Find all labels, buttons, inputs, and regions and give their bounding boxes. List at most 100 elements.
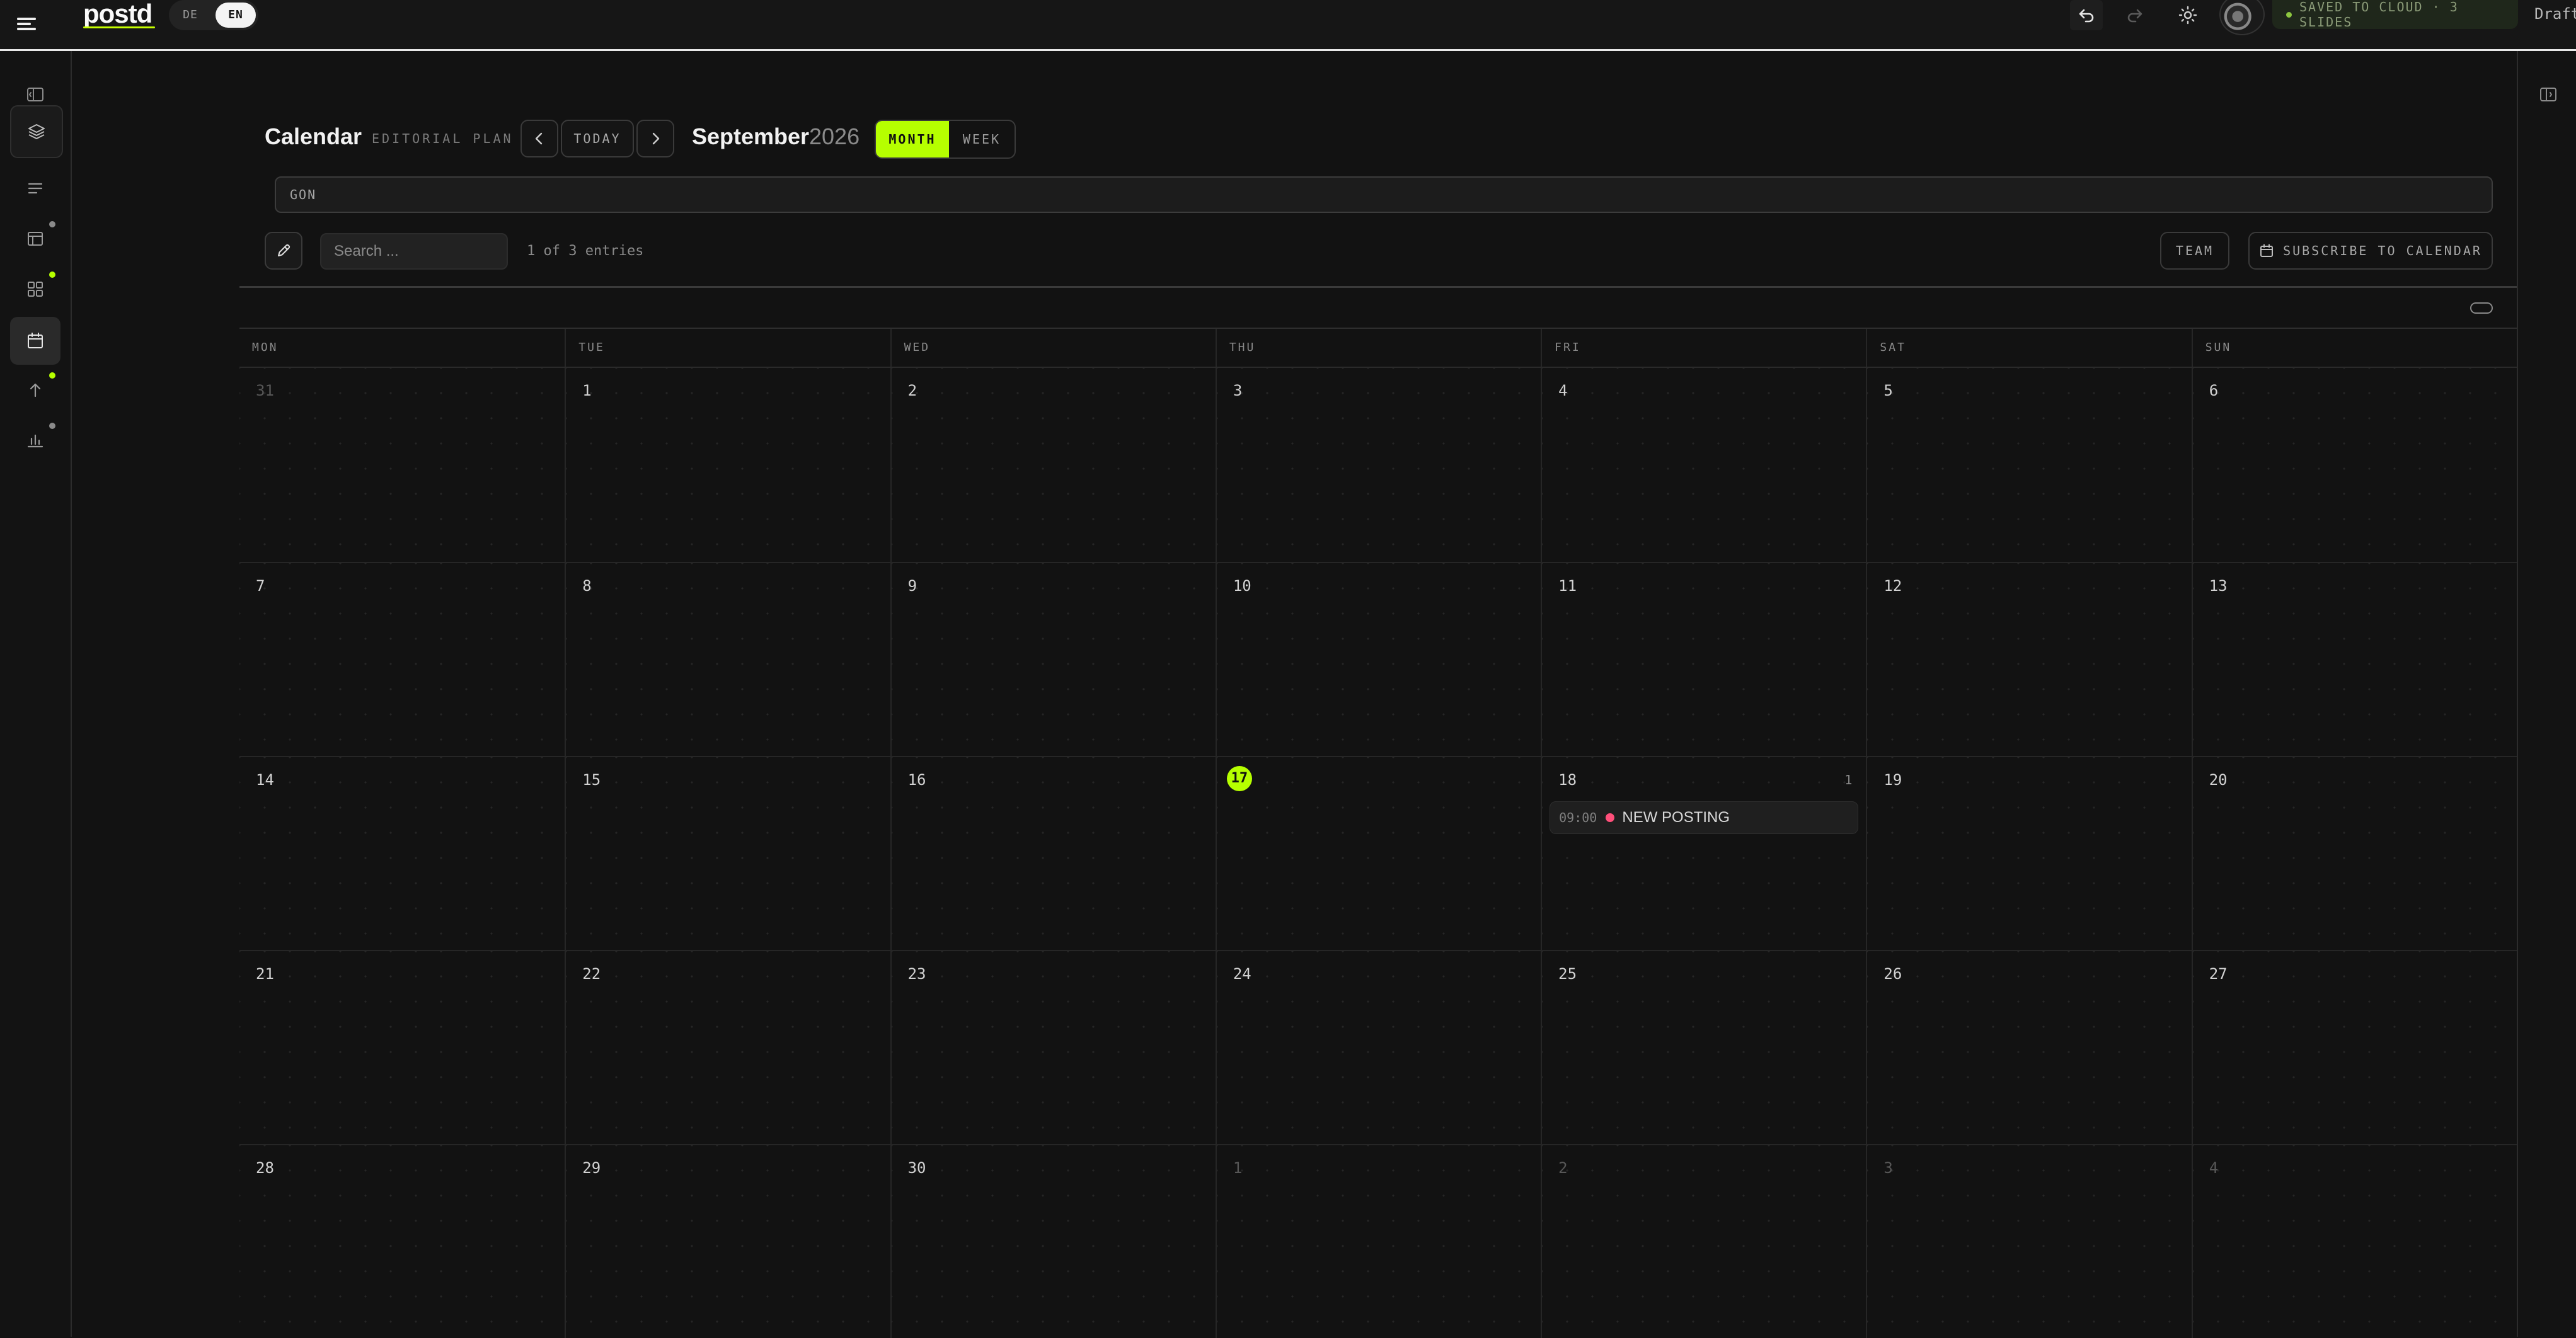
day-cell[interactable]: 5 xyxy=(1866,368,2192,562)
day-number: 3 xyxy=(1883,1159,1893,1177)
event-status-dot xyxy=(1606,813,1615,822)
day-cell[interactable]: 11 xyxy=(1541,562,1866,756)
language-switch: DE EN xyxy=(169,0,258,30)
day-cell[interactable]: 15 xyxy=(565,756,890,950)
divider xyxy=(239,286,2517,288)
day-number: 26 xyxy=(1883,965,1902,983)
right-panel-toggle[interactable] xyxy=(2523,74,2573,115)
previous-month-button[interactable] xyxy=(520,120,558,157)
day-entry-count: 1 xyxy=(1844,772,1853,787)
weekday-label: TUE xyxy=(565,329,890,367)
arrow-up-icon xyxy=(30,383,41,397)
day-cell[interactable]: 1 xyxy=(1215,1144,1541,1338)
event-time: 09:00 xyxy=(1559,810,1597,825)
top-bar: postd DE EN SAVED TO CLOUD · 3 SLIDES Dr… xyxy=(0,0,2576,51)
redo-icon xyxy=(2127,9,2142,23)
day-cell[interactable]: 24 xyxy=(1215,950,1541,1144)
day-cell[interactable]: 27 xyxy=(2191,950,2517,1144)
language-de-button[interactable]: DE xyxy=(171,3,209,28)
sidebar-item-layers[interactable] xyxy=(10,105,63,158)
chevron-right-icon xyxy=(652,132,660,145)
subscribe-calendar-button[interactable]: SUBSCRIBE TO CALENDAR xyxy=(2248,232,2493,270)
hamburger-icon[interactable] xyxy=(15,13,38,35)
day-cell[interactable]: 26 xyxy=(1866,950,2192,1144)
day-cell[interactable]: 23 xyxy=(890,950,1216,1144)
day-number: 23 xyxy=(907,965,926,983)
calendar-event[interactable]: 09:00 NEW POSTING xyxy=(1550,801,1859,834)
day-cell[interactable]: 2 xyxy=(890,368,1216,562)
collapse-toggle[interactable] xyxy=(2470,302,2493,314)
day-number: 9 xyxy=(907,577,917,595)
day-number: 25 xyxy=(1558,965,1577,983)
day-number: 2 xyxy=(907,382,917,399)
day-cell[interactable]: 21 xyxy=(239,950,565,1144)
day-cell[interactable]: 31 xyxy=(239,368,565,562)
day-cell[interactable]: 8 xyxy=(565,562,890,756)
day-cell[interactable]: 7 xyxy=(239,562,565,756)
undo-icon xyxy=(2079,9,2094,23)
sidebar-dashboard-dot xyxy=(49,272,55,278)
left-sidebar xyxy=(0,51,72,1337)
weekday-label: MON xyxy=(252,341,279,354)
day-cell[interactable]: 22 xyxy=(565,950,890,1144)
event-title: NEW POSTING xyxy=(1622,809,1730,826)
day-cell[interactable]: 17 xyxy=(1215,756,1541,950)
day-cell[interactable]: 16 xyxy=(890,756,1216,950)
sidebar-item-text[interactable] xyxy=(10,168,60,209)
calendar-icon xyxy=(2260,244,2274,257)
today-day-number: 17 xyxy=(1226,766,1252,791)
day-number: 30 xyxy=(907,1159,926,1177)
weekday-label: SAT xyxy=(1866,329,2191,367)
day-cell[interactable]: 14 xyxy=(239,756,565,950)
sidebar-publish-dot xyxy=(49,372,55,379)
sun-icon xyxy=(2178,6,2197,25)
day-number: 22 xyxy=(582,965,601,983)
day-cell[interactable]: 1 xyxy=(565,368,890,562)
day-number: 1 xyxy=(1233,1159,1243,1177)
right-sidebar xyxy=(2517,51,2576,1337)
panel-right-icon xyxy=(2540,88,2556,101)
sidebar-item-calendar[interactable] xyxy=(10,317,60,365)
day-cell[interactable]: 30 xyxy=(890,1144,1216,1338)
view-toggle: MONTH WEEK xyxy=(875,120,1016,159)
day-cell[interactable]: 3 xyxy=(1215,368,1541,562)
search-input[interactable] xyxy=(320,233,508,270)
draft-label[interactable]: Draft xyxy=(2534,0,2576,28)
avatar[interactable] xyxy=(2219,0,2265,35)
layers-icon xyxy=(28,124,45,139)
redo-button[interactable] xyxy=(2119,0,2151,30)
day-cell[interactable]: 4 xyxy=(2191,1144,2517,1338)
day-cell[interactable]: 3 xyxy=(1866,1144,2192,1338)
day-cell[interactable]: 12 xyxy=(1866,562,2192,756)
day-cell[interactable]: 25 xyxy=(1541,950,1866,1144)
day-cell[interactable]: 4 xyxy=(1541,368,1866,562)
next-month-button[interactable] xyxy=(636,120,674,157)
filter-bar[interactable]: GON xyxy=(275,176,2493,213)
team-button[interactable]: TEAM xyxy=(2160,232,2229,270)
day-number: 4 xyxy=(2209,1159,2219,1177)
day-number: 8 xyxy=(582,577,592,595)
day-cell[interactable]: 29 xyxy=(565,1144,890,1338)
chevron-left-icon xyxy=(535,132,543,145)
day-cell[interactable]: 18 1 09:00 NEW POSTING xyxy=(1541,756,1866,950)
today-button[interactable]: TODAY xyxy=(561,120,634,157)
day-cell[interactable]: 2 xyxy=(1541,1144,1866,1338)
day-cell[interactable]: 9 xyxy=(890,562,1216,756)
day-cell[interactable]: 6 xyxy=(2191,368,2517,562)
day-cell[interactable]: 19 xyxy=(1866,756,2192,950)
day-cell[interactable]: 13 xyxy=(2191,562,2517,756)
undo-button[interactable] xyxy=(2070,0,2103,30)
edit-button[interactable] xyxy=(265,232,302,270)
day-cell[interactable]: 28 xyxy=(239,1144,565,1338)
day-number: 21 xyxy=(256,965,274,983)
day-cell[interactable]: 10 xyxy=(1215,562,1541,756)
day-cell[interactable]: 20 xyxy=(2191,756,2517,950)
language-en-button[interactable]: EN xyxy=(216,3,256,28)
view-month-button[interactable]: MONTH xyxy=(876,121,949,157)
day-number: 18 xyxy=(1558,771,1577,789)
day-number: 11 xyxy=(1558,577,1577,595)
view-week-button[interactable]: WEEK xyxy=(949,121,1015,157)
logo: postd xyxy=(83,0,152,28)
pencil-icon xyxy=(278,244,290,256)
theme-toggle-button[interactable] xyxy=(2171,0,2204,30)
